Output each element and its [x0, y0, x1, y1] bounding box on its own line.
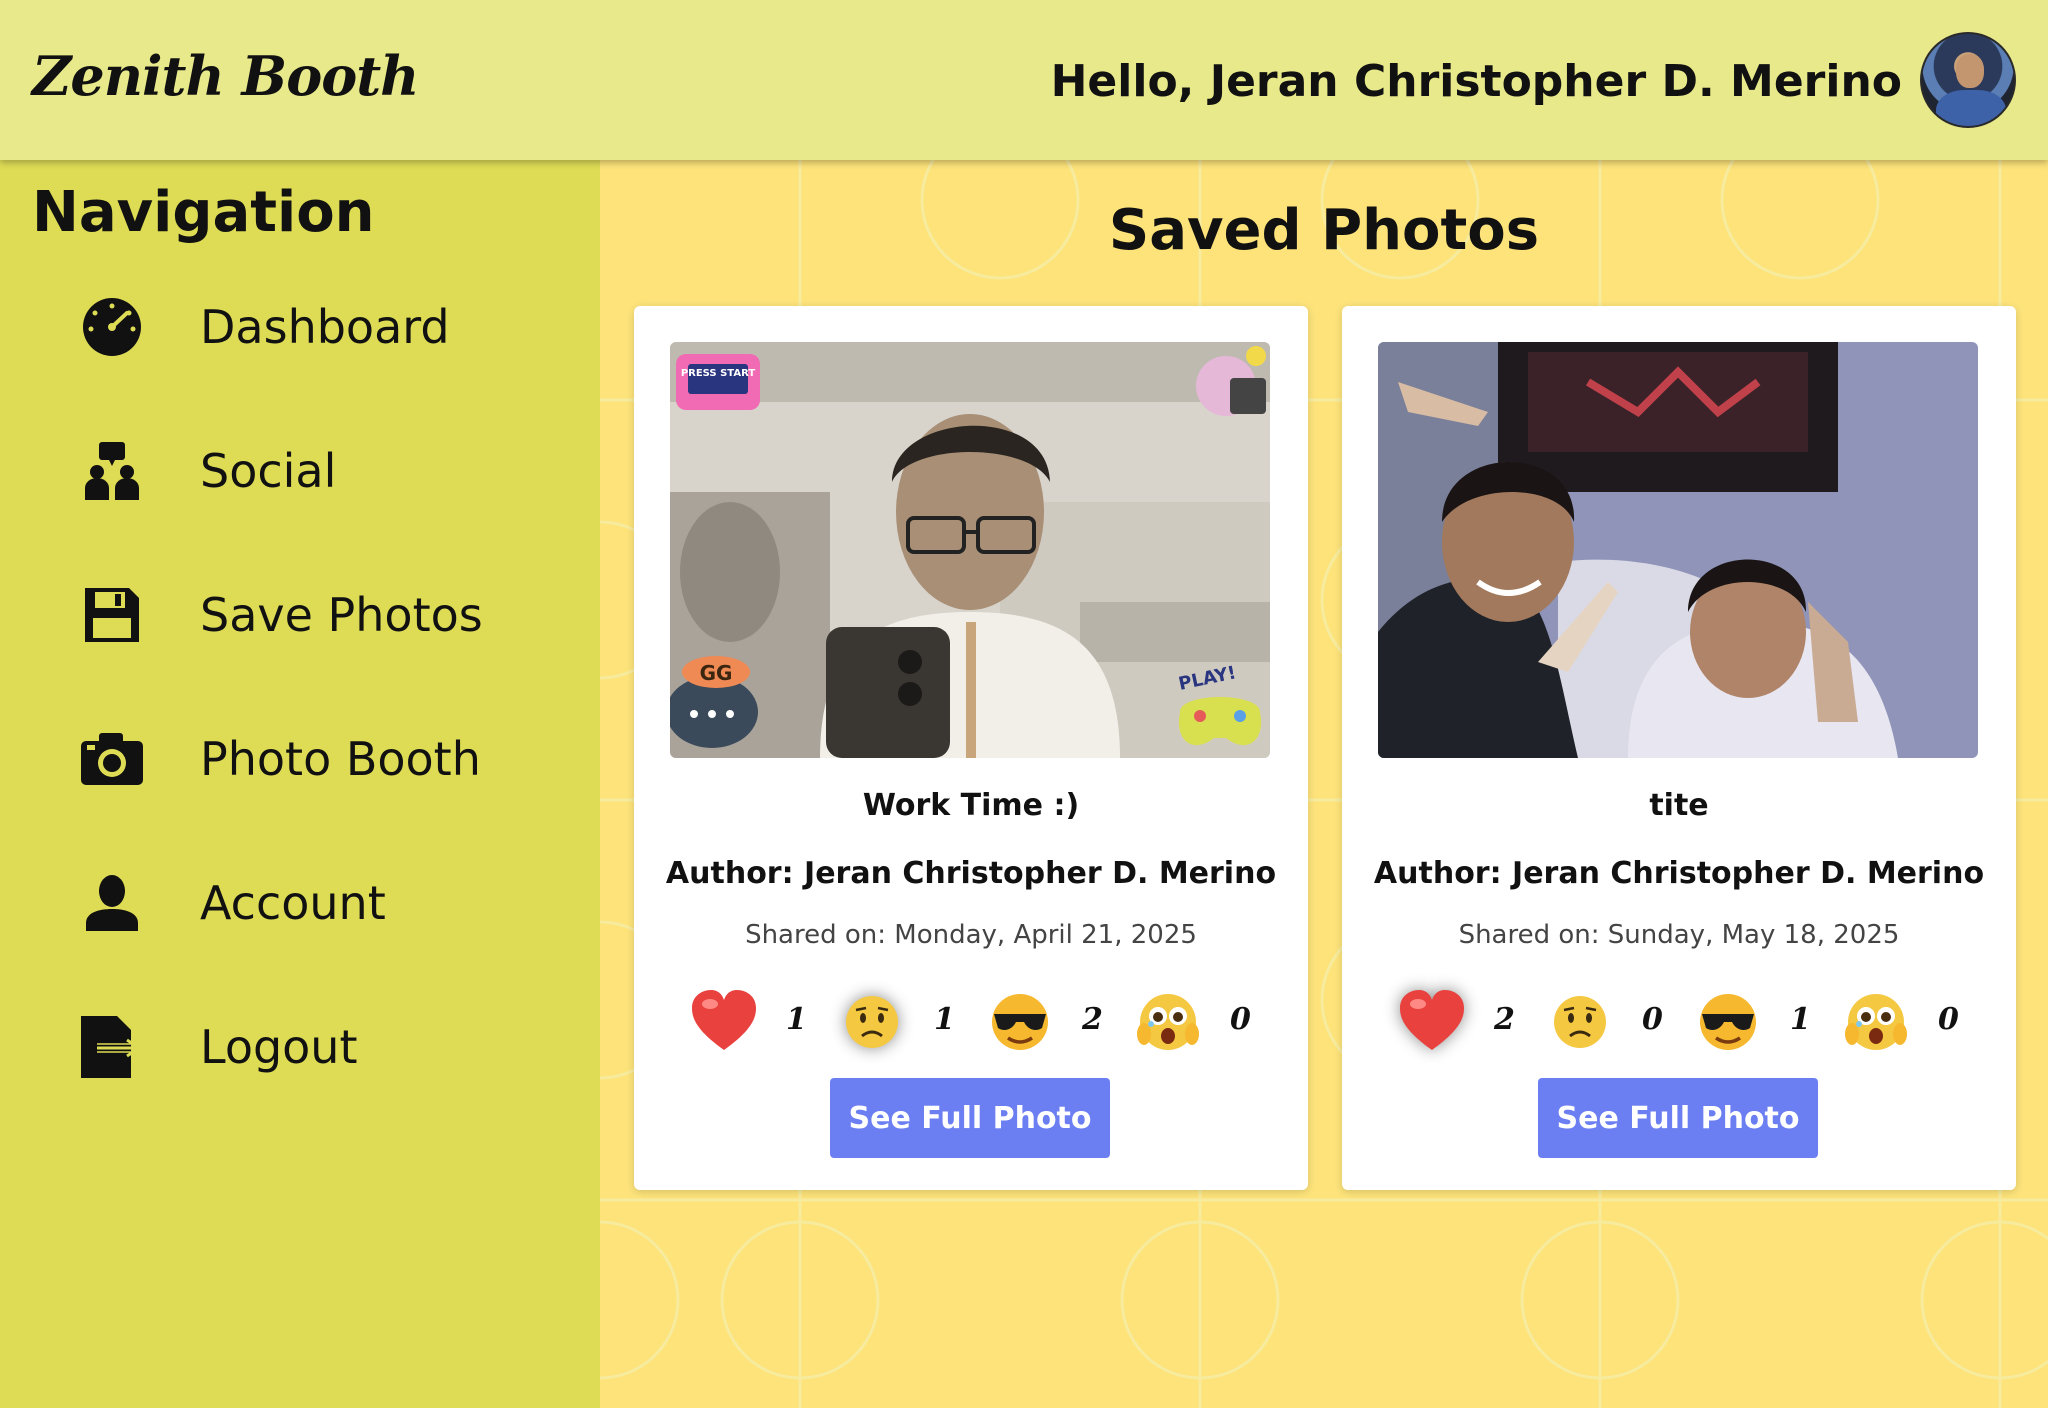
- heart-icon: [1398, 988, 1466, 1056]
- main-content: Saved Photos PRESS START GG PLAY! Work T…: [600, 160, 2048, 1408]
- press-start-sticker: PRESS START: [676, 354, 760, 410]
- logout-icon: [78, 1013, 146, 1081]
- top-header: Zenith Booth Hello, Jeran Christopher D.…: [0, 0, 2048, 160]
- reaction-count: 0: [1230, 1002, 1251, 1037]
- app-logo[interactable]: Zenith Booth: [32, 44, 419, 108]
- sidebar-item-label: Social: [200, 444, 337, 498]
- reaction-sad[interactable]: 0: [1546, 982, 1686, 1062]
- photo-shared-date: Shared on: Sunday, May 18, 2025: [1458, 920, 1900, 950]
- page-title: Saved Photos: [1108, 198, 1540, 263]
- photo-author: Author: Jeran Christopher D. Merino: [1373, 856, 1985, 891]
- nav-title: Navigation: [32, 180, 375, 245]
- reaction-bar: 2 0 1 0: [1398, 982, 1978, 1062]
- reaction-shocked[interactable]: 0: [1134, 982, 1274, 1062]
- reaction-shocked[interactable]: 0: [1842, 982, 1982, 1062]
- photo-shared-date: Shared on: Monday, April 21, 2025: [745, 920, 1197, 950]
- sidebar-item-social[interactable]: Social: [0, 416, 600, 526]
- sunglasses-face-icon: [1694, 988, 1762, 1056]
- reaction-count: 0: [1938, 1002, 1959, 1037]
- photo-caption: tite: [1649, 788, 1709, 823]
- reaction-cool[interactable]: 1: [1694, 982, 1834, 1062]
- sidebar: Navigation Dashboard Social Save Photos …: [0, 160, 600, 1408]
- reaction-sad[interactable]: 1: [838, 982, 978, 1062]
- sad-face-icon: [1546, 988, 1614, 1056]
- reaction-heart[interactable]: 1: [690, 982, 830, 1062]
- photo-thumbnail[interactable]: PRESS START GG PLAY!: [670, 342, 1270, 758]
- reaction-cool[interactable]: 2: [986, 982, 1126, 1062]
- photo-card: PRESS START GG PLAY! Work Time:) Author…: [634, 306, 1308, 1190]
- speedometer-icon: [78, 293, 146, 361]
- reaction-count: 0: [1642, 1002, 1663, 1037]
- reaction-count: 2: [1082, 1002, 1103, 1037]
- avatar-face: [1956, 54, 1984, 88]
- sidebar-item-label: Logout: [200, 1020, 358, 1074]
- users-icon: [78, 437, 146, 505]
- sidebar-item-dashboard[interactable]: Dashboard: [0, 272, 600, 382]
- avatar-shirt: [1936, 90, 2006, 126]
- reaction-bar: 1 1 2 0: [690, 982, 1270, 1062]
- shocked-face-icon: [1134, 988, 1202, 1056]
- sidebar-item-label: Save Photos: [200, 588, 483, 642]
- user-greeting: Hello, Jeran Christopher D. Merino: [1050, 56, 1902, 107]
- photo-card: tite Author: Jeran Christopher D. Merino…: [1342, 306, 2016, 1190]
- reaction-count: 1: [934, 1002, 955, 1037]
- camera-icon: [78, 725, 146, 793]
- reaction-heart[interactable]: 2: [1398, 982, 1538, 1062]
- floppy-disk-icon: [78, 581, 146, 649]
- sad-face-icon: [838, 988, 906, 1056]
- gg-sticker: GG: [670, 656, 758, 748]
- svg-text:GG: GG: [700, 661, 733, 685]
- svg-text:PRESS START: PRESS START: [681, 368, 756, 379]
- photo-thumbnail[interactable]: [1378, 342, 1978, 758]
- sidebar-item-label: Dashboard: [200, 300, 450, 354]
- shocked-face-icon: [1842, 988, 1910, 1056]
- see-full-photo-button[interactable]: See Full Photo: [1538, 1078, 1818, 1158]
- sidebar-item-account[interactable]: Account: [0, 848, 600, 958]
- heart-icon: [690, 988, 758, 1056]
- reaction-count: 2: [1494, 1002, 1515, 1037]
- sidebar-item-logout[interactable]: Logout: [0, 992, 600, 1102]
- user-icon: [78, 869, 146, 937]
- see-full-photo-button[interactable]: See Full Photo: [830, 1078, 1110, 1158]
- photo-author: Author: Jeran Christopher D. Merino: [665, 856, 1277, 891]
- sunglasses-face-icon: [986, 988, 1054, 1056]
- avatar[interactable]: [1920, 32, 2016, 128]
- sidebar-item-photo-booth[interactable]: Photo Booth: [0, 704, 600, 814]
- sidebar-item-save-photos[interactable]: Save Photos: [0, 560, 600, 670]
- reaction-count: 1: [786, 1002, 807, 1037]
- reaction-count: 1: [1790, 1002, 1811, 1037]
- photo-caption: Work Time :): [862, 788, 1080, 823]
- sidebar-item-label: Photo Booth: [200, 732, 481, 786]
- sidebar-item-label: Account: [200, 876, 386, 930]
